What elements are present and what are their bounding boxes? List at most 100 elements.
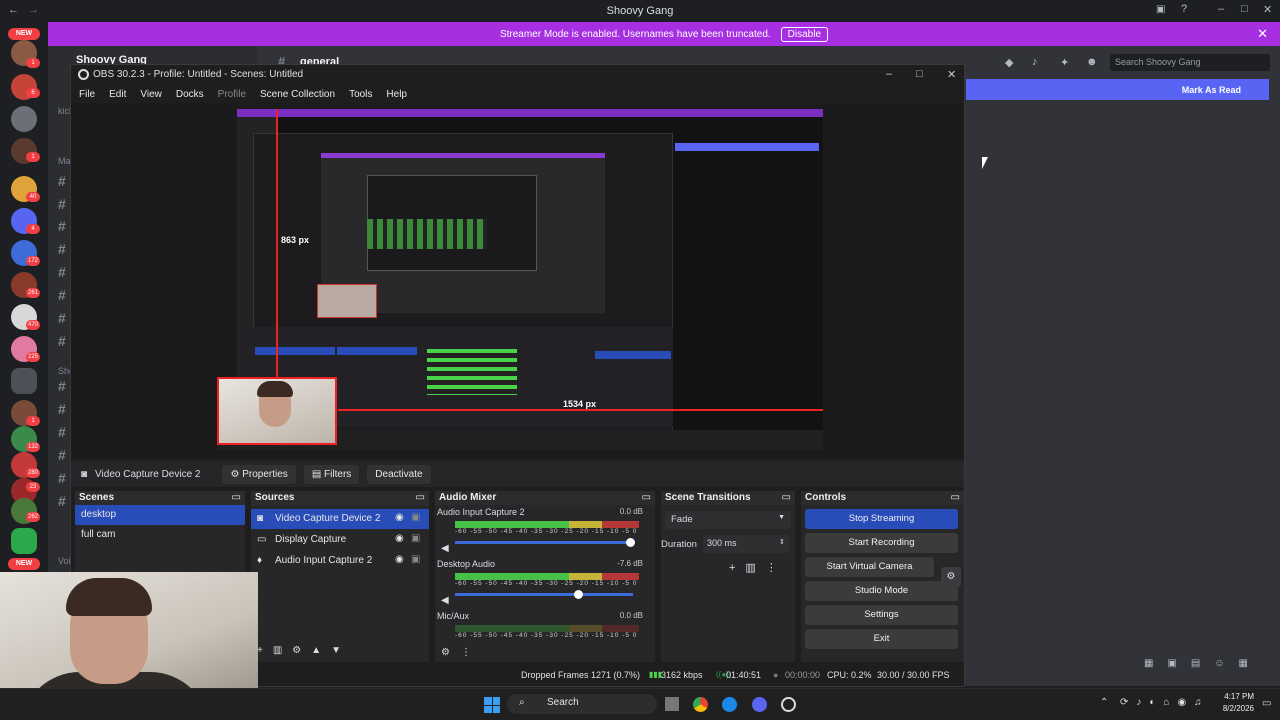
eye-icon[interactable]: ◉ [395,533,404,544]
duration-input[interactable]: 300 ms ⇕ [703,535,789,553]
edge-icon[interactable] [722,697,737,712]
stepper-icon[interactable]: ⇕ [779,538,785,546]
menu-view[interactable]: View [140,89,162,100]
stop-streaming-button[interactable]: Stop Streaming [805,509,958,529]
channel-hash-icon[interactable]: # [58,310,66,326]
meter-ticks: -60 -55 -50 -45 -40 -35 -30 -25 -20 -15 … [455,632,638,639]
channel-hash-icon[interactable]: # [58,241,66,257]
menu-edit[interactable]: Edit [109,89,126,100]
disable-button[interactable]: Disable [780,26,829,42]
menu-profile[interactable]: Profile [218,89,246,100]
channel-hash-icon[interactable]: # [58,447,66,463]
channel-hash-icon[interactable]: # [58,196,66,212]
channel-hash-icon[interactable]: # [58,493,66,509]
obs-taskbar-icon[interactable] [781,697,796,712]
chat-input-icons[interactable]: ▦▣▤☺▦ [1144,658,1269,670]
threads-icon[interactable]: ◆ [1005,56,1017,69]
banner-close-icon[interactable]: ✕ [1257,26,1268,42]
channel-hash-icon[interactable]: # [58,378,66,394]
inbox-icon[interactable]: ▣ [1156,4,1165,15]
notifications-icon[interactable]: ▭ [1262,698,1271,709]
obs-preview[interactable]: 863 px 1534 px [71,103,964,459]
transition-actions[interactable]: +▥⋮ [729,561,787,574]
discord-icon[interactable] [752,697,767,712]
close-icon[interactable]: ✕ [1263,3,1272,16]
close-icon[interactable]: ✕ [947,68,956,81]
channel-hash-icon[interactable]: # [58,401,66,417]
dock-undock-icon[interactable]: ▭ [232,492,241,503]
help-icon[interactable]: ? [1181,3,1187,15]
windows-start-icon[interactable] [484,697,500,713]
dock-undock-icon[interactable]: ▭ [642,492,651,503]
search-input[interactable]: Search Shoovy Gang [1110,54,1270,71]
studio-mode-button[interactable]: Studio Mode [805,581,958,601]
menu-scene-collection[interactable]: Scene Collection [260,89,335,100]
clock-date[interactable]: 8/2/2026 [1212,704,1254,713]
maximize-icon[interactable]: □ [1241,3,1248,15]
member-list-icon[interactable]: ☻ [1086,56,1098,68]
server-icon[interactable] [11,528,37,554]
server-icon[interactable] [11,368,37,394]
minimize-icon[interactable]: – [1218,3,1224,15]
transition-select[interactable]: Fade ▼ [665,511,791,529]
channel-hash-icon[interactable]: # [58,470,66,486]
start-recording-button[interactable]: Start Recording [805,533,958,553]
source-item[interactable]: ♦ Audio Input Capture 2 ◉ ▣ [251,551,429,571]
mention-badge: 40 [26,192,40,202]
maximize-icon[interactable]: □ [916,68,923,80]
dock-undock-icon[interactable]: ▭ [782,492,791,503]
mixer-settings-icon[interactable]: ⚙ [441,647,450,658]
channel-hash-icon[interactable]: # [58,287,66,303]
system-tray-icons[interactable]: ⟳♪◐⌂◉♫ [1120,697,1210,708]
tray-chevron-icon[interactable]: ⌃ [1100,697,1108,708]
mark-as-read-button[interactable]: Mark As Read [966,79,1269,100]
eye-icon[interactable]: ◉ [395,512,404,523]
mixer-menu-icon[interactable]: ⋮ [461,647,471,658]
speaker-icon[interactable]: ◀ [441,595,449,606]
scene-item[interactable]: full cam [75,525,245,545]
eye-icon[interactable]: ◉ [395,554,404,565]
notification-bell-icon[interactable]: ♪ [1032,56,1044,68]
channel-hash-icon[interactable]: # [58,218,66,234]
channel-hash-icon[interactable]: # [58,424,66,440]
volume-slider[interactable] [455,538,635,547]
exit-button[interactable]: Exit [805,629,958,649]
source-item[interactable]: ▭ Display Capture ◉ ▣ [251,530,429,550]
mirror-meters [367,219,487,249]
menu-help[interactable]: Help [386,89,407,100]
lock-icon[interactable]: ▣ [411,512,420,523]
selected-webcam-source[interactable] [217,377,337,445]
server-icon[interactable] [11,106,37,132]
taskbar-search[interactable]: ⌕ Search [507,694,657,714]
settings-button[interactable]: Settings [805,605,958,625]
slider-knob[interactable] [626,538,635,547]
deactivate-button[interactable]: Deactivate [367,464,431,484]
mirror-scene-selected [255,347,335,355]
dock-undock-icon[interactable]: ▭ [951,492,960,503]
lock-icon[interactable]: ▣ [411,533,420,544]
menu-tools[interactable]: Tools [349,89,372,100]
menu-docks[interactable]: Docks [176,89,204,100]
preview-canvas[interactable]: 863 px 1534 px [217,109,823,450]
pin-icon[interactable]: ✦ [1060,56,1072,69]
speaker-icon[interactable]: ◀ [441,543,449,554]
monitor-icon: ▭ [257,534,267,545]
task-view-icon[interactable] [665,697,679,711]
chrome-icon[interactable] [693,697,708,712]
scene-item[interactable]: desktop [75,505,245,525]
lock-icon[interactable]: ▣ [411,554,420,565]
clock-time[interactable]: 4:17 PM [1212,692,1254,701]
filters-button[interactable]: ▤ Filters [303,464,360,484]
channel-hash-icon[interactable]: # [58,173,66,189]
channel-hash-icon[interactable]: # [58,264,66,280]
channel-hash-icon[interactable]: # [58,333,66,349]
dock-undock-icon[interactable]: ▭ [416,492,425,503]
start-virtual-camera-button[interactable]: Start Virtual Camera [805,557,934,577]
slider-knob[interactable] [574,590,583,599]
volume-slider[interactable] [455,590,633,599]
properties-button[interactable]: ⚙ Properties [222,464,296,484]
source-item[interactable]: ◙ Video Capture Device 2 ◉ ▣ [251,509,429,529]
source-actions[interactable]: +▥⚙▲▼ [251,645,429,661]
minimize-icon[interactable]: – [886,68,892,80]
menu-file[interactable]: File [79,89,95,100]
